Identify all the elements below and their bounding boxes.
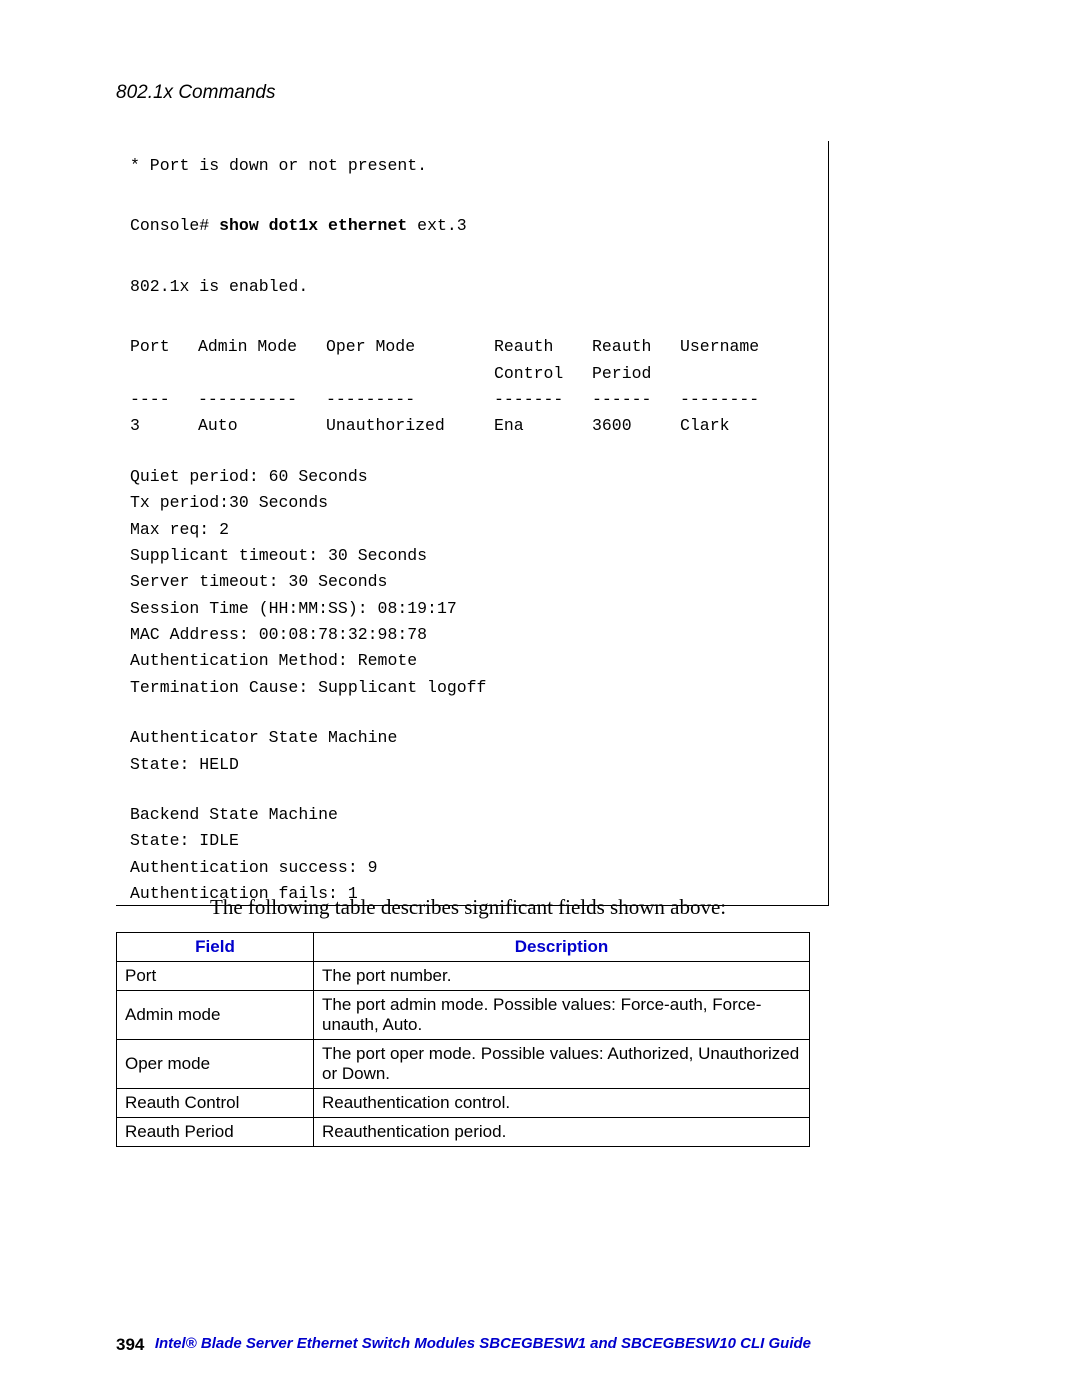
detail-mac-address: MAC Address: 00:08:78:32:98:78 xyxy=(130,622,820,648)
asm-state: State: HELD xyxy=(130,752,820,778)
detail-supplicant-timeout: Supplicant timeout: 30 Seconds xyxy=(130,543,820,569)
detail-tx-period: Tx period:30 Seconds xyxy=(130,490,820,516)
table-separator: ----------------------------------------… xyxy=(130,387,820,413)
console-command: Console# show dot1x ethernet ext.3 xyxy=(130,213,820,239)
table-row: Admin modeThe port admin mode. Possible … xyxy=(117,991,810,1040)
detail-max-req: Max req: 2 xyxy=(130,517,820,543)
table-header-row1: PortAdmin ModeOper ModeReauthReauthUsern… xyxy=(130,334,820,360)
section-header: 802.1x Commands xyxy=(116,82,275,104)
detail-termination-cause: Termination Cause: Supplicant logoff xyxy=(130,675,820,701)
status-enabled: 802.1x is enabled. xyxy=(130,274,820,300)
th-description: Description xyxy=(314,933,810,962)
table-header-row2: ControlPeriod xyxy=(130,361,820,387)
page-footer: 394 Intel® Blade Server Ethernet Switch … xyxy=(116,1335,811,1355)
command-arg: ext.3 xyxy=(417,216,467,235)
table-data-row: 3AutoUnauthorizedEna3600Clark xyxy=(130,413,820,439)
detail-server-timeout: Server timeout: 30 Seconds xyxy=(130,569,820,595)
table-row: Oper modeThe port oper mode. Possible va… xyxy=(117,1040,810,1089)
table-row: Reauth PeriodReauthentication period. xyxy=(117,1118,810,1147)
page-number: 394 xyxy=(116,1335,144,1355)
detail-quiet-period: Quiet period: 60 Seconds xyxy=(130,464,820,490)
detail-auth-method: Authentication Method: Remote xyxy=(130,648,820,674)
bsm-title: Backend State Machine xyxy=(130,802,820,828)
bsm-auth-success: Authentication success: 9 xyxy=(130,855,820,881)
console-note: * Port is down or not present. xyxy=(130,153,820,179)
table-row: Reauth ControlReauthentication control. xyxy=(117,1089,810,1118)
table-row: PortThe port number. xyxy=(117,962,810,991)
command-name: show dot1x ethernet xyxy=(219,216,417,235)
th-field: Field xyxy=(117,933,314,962)
field-description-table: Field Description PortThe port number. A… xyxy=(116,932,810,1147)
console-prompt: Console# xyxy=(130,216,219,235)
detail-session-time: Session Time (HH:MM:SS): 08:19:17 xyxy=(130,596,820,622)
footer-title: Intel® Blade Server Ethernet Switch Modu… xyxy=(155,1335,811,1355)
table-caption: The following table describes significan… xyxy=(210,895,726,920)
bsm-state: State: IDLE xyxy=(130,828,820,854)
asm-title: Authenticator State Machine xyxy=(130,725,820,751)
console-output: * Port is down or not present. Console# … xyxy=(116,141,829,906)
